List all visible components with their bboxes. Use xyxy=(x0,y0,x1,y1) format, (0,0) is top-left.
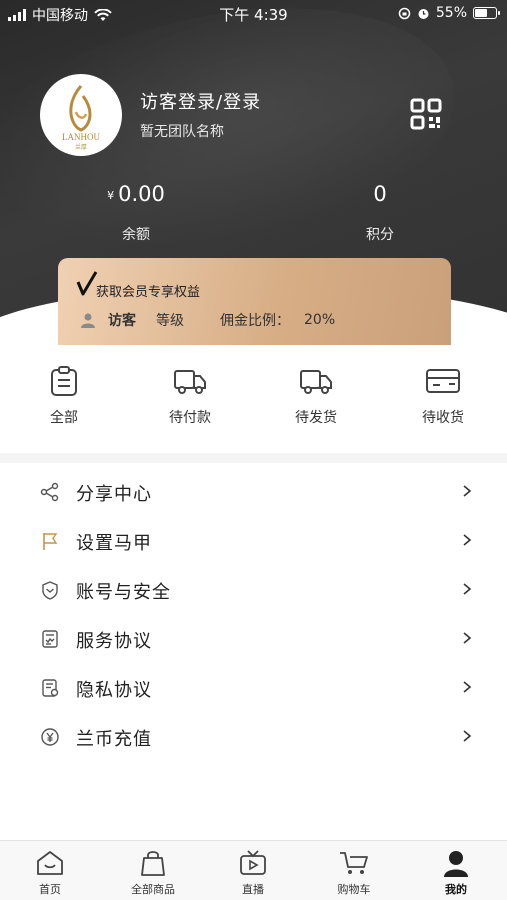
truck-icon xyxy=(300,370,332,394)
tab-all-products[interactable]: 全部商品 xyxy=(113,849,193,897)
menu-label: 兰币充值 xyxy=(76,729,152,750)
alarm-icon xyxy=(418,8,429,19)
order-label: 全部 xyxy=(50,410,78,426)
balance-stat[interactable]: ¥0.00 余额 xyxy=(76,182,196,244)
menu-item-share-center[interactable]: 分享中心 xyxy=(0,467,507,516)
menu-label: 分享中心 xyxy=(76,484,152,505)
battery-percent: 55% xyxy=(435,5,467,21)
menu-label: 隐私协议 xyxy=(76,680,152,701)
order-label: 待发货 xyxy=(295,410,337,426)
section-divider xyxy=(0,453,507,463)
menu-label: 设置马甲 xyxy=(76,533,152,554)
battery-icon xyxy=(473,7,500,19)
tv-icon xyxy=(240,850,266,875)
home-icon xyxy=(37,851,63,875)
vip-user: 访客 xyxy=(108,313,136,329)
chevron-right-icon xyxy=(463,681,472,693)
order-label: 待收货 xyxy=(422,410,464,426)
chevron-right-icon xyxy=(463,632,472,644)
logo-text: LANHOU xyxy=(62,132,100,142)
tab-home[interactable]: 首页 xyxy=(10,849,90,897)
yen-coin-icon xyxy=(41,728,59,746)
commission-value: 20% xyxy=(304,312,336,328)
menu-item-set-alias[interactable]: 设置马甲 xyxy=(0,516,507,565)
order-label: 待付款 xyxy=(169,410,211,426)
tab-mine[interactable]: 我的 xyxy=(416,849,496,897)
menu-label: 账号与安全 xyxy=(76,582,171,603)
tab-live[interactable]: 直播 xyxy=(213,849,293,897)
settings-menu: 分享中心 设置马甲 账号与安全 服务协议 隐私协议 兰币充值 xyxy=(0,467,507,761)
v-mark-icon xyxy=(76,271,98,296)
order-pending-shipment[interactable]: 待发货 xyxy=(266,365,366,427)
menu-label: 服务协议 xyxy=(76,631,152,652)
tab-label: 全部商品 xyxy=(131,883,175,896)
currency-symbol: ¥ xyxy=(107,188,115,202)
order-pending-receipt[interactable]: 待收货 xyxy=(393,365,493,427)
chevron-right-icon xyxy=(463,583,472,595)
lanhou-logo: LANHOU 兰厚 xyxy=(62,85,100,151)
truck-icon xyxy=(174,370,206,394)
points-label: 积分 xyxy=(366,227,394,243)
chevron-right-icon xyxy=(463,534,472,546)
privacy-doc-icon xyxy=(42,679,59,697)
login-link[interactable]: 访客登录/登录 xyxy=(140,88,261,114)
menu-item-privacy-policy[interactable]: 隐私协议 xyxy=(0,663,507,712)
shield-icon xyxy=(42,581,58,600)
points-value: 0 xyxy=(373,182,387,206)
tab-label: 首页 xyxy=(39,883,61,896)
qr-code-icon[interactable] xyxy=(410,98,442,130)
commission-label: 佣金比例： xyxy=(220,313,290,329)
tab-label: 直播 xyxy=(242,883,264,896)
order-all[interactable]: 全部 xyxy=(14,365,114,427)
logo-subtext: 兰厚 xyxy=(75,143,87,151)
rotation-lock-icon xyxy=(398,7,411,19)
menu-item-coin-recharge[interactable]: 兰币充值 xyxy=(0,712,507,761)
status-bar: 中国移动 下午 4:39 55% xyxy=(0,0,507,28)
chevron-right-icon xyxy=(463,485,472,497)
card-icon xyxy=(426,369,460,393)
points-stat[interactable]: 0 积分 xyxy=(320,182,440,244)
clipboard-icon xyxy=(51,366,77,396)
balance-label: 余额 xyxy=(122,227,150,243)
chevron-right-icon xyxy=(463,730,472,742)
order-section: 全部 待付款 待发货 待收货 xyxy=(0,345,507,453)
tab-label: 我的 xyxy=(445,883,467,896)
document-icon xyxy=(42,630,58,648)
person-icon xyxy=(444,851,468,877)
flag-icon xyxy=(43,533,58,550)
tab-cart[interactable]: 购物车 xyxy=(314,849,394,897)
bag-icon xyxy=(141,851,165,876)
bottom-tab-bar: 首页 全部商品 直播 购物车 我的 xyxy=(0,840,507,900)
menu-item-service-agreement[interactable]: 服务协议 xyxy=(0,614,507,663)
order-pending-payment[interactable]: 待付款 xyxy=(140,365,240,427)
vip-title: 获取会员专享权益 xyxy=(96,285,201,300)
level-label: 等级 xyxy=(156,313,184,329)
cart-icon xyxy=(340,852,368,874)
menu-item-account-security[interactable]: 账号与安全 xyxy=(0,565,507,614)
tab-label: 购物车 xyxy=(337,883,371,896)
team-name: 暂无团队名称 xyxy=(140,124,224,140)
user-icon xyxy=(81,313,95,328)
vip-card[interactable]: 获取会员专享权益 访客 等级 佣金比例： 20% xyxy=(58,258,451,345)
share-icon xyxy=(40,482,59,502)
balance-value: 0.00 xyxy=(118,182,165,206)
avatar[interactable]: LANHOU 兰厚 xyxy=(40,74,122,156)
